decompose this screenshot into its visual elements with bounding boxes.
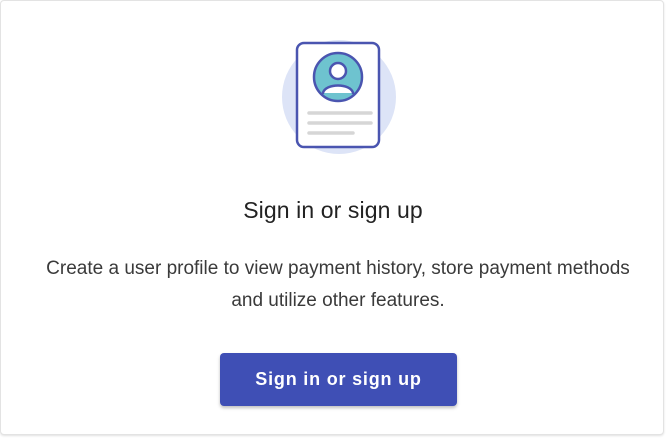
user-profile-document-icon xyxy=(279,39,403,155)
sign-in-card: Sign in or sign up Create a user profile… xyxy=(0,0,664,435)
card-title: Sign in or sign up xyxy=(243,197,423,223)
card-description: Create a user profile to view payment hi… xyxy=(46,258,630,311)
sign-in-or-sign-up-button[interactable]: Sign in or sign up xyxy=(220,353,457,406)
